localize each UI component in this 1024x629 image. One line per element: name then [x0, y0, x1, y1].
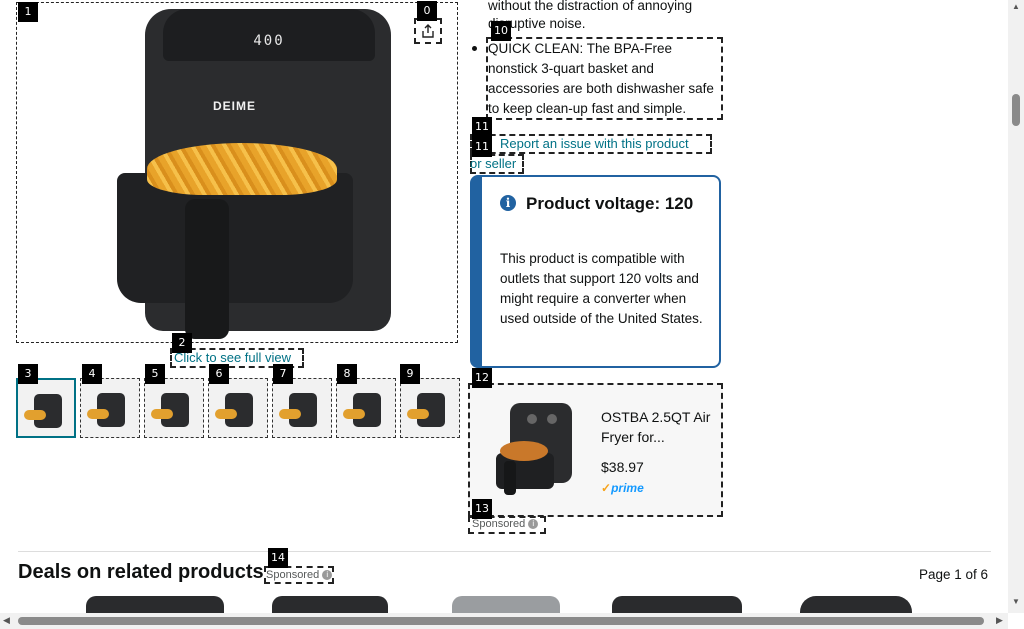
thumb-food: [215, 409, 237, 419]
marker-9: 9: [400, 364, 420, 384]
report-link-line-2[interactable]: or seller: [470, 154, 516, 174]
thumbnail-5[interactable]: [272, 378, 332, 438]
marker-3: 3: [18, 364, 38, 384]
basket-handle: [185, 199, 229, 339]
marker-1: 1: [18, 2, 38, 22]
thumbnail-7[interactable]: [400, 378, 460, 438]
thumb-food: [279, 409, 301, 419]
quick-clean-text: QUICK CLEAN: The BPA-Free nonstick 3-qua…: [488, 41, 714, 116]
marker-11a: 11: [472, 117, 492, 137]
marker-14: 14: [268, 548, 288, 568]
prime-check-icon: ✓: [601, 481, 612, 495]
thumbnail-4[interactable]: [208, 378, 268, 438]
voltage-description: This product is compatible with outlets …: [500, 251, 703, 326]
prime-badge: ✓prime: [601, 481, 644, 495]
scroll-left-icon[interactable]: ◀: [3, 615, 10, 626]
section-divider: [18, 551, 991, 552]
marker-0: 0: [417, 1, 437, 21]
marker-11b: 11: [472, 137, 492, 157]
horizontal-scrollbar[interactable]: ◀ ▶: [0, 613, 1008, 629]
marker-5: 5: [145, 364, 165, 384]
thumbnail-2[interactable]: [80, 378, 140, 438]
report-issue-link[interactable]: Report an issue with this product or sel…: [470, 134, 712, 174]
report-link-line-1[interactable]: Report an issue with this product: [500, 134, 689, 154]
scroll-up-icon[interactable]: ▲: [1012, 2, 1020, 11]
share-button[interactable]: [414, 18, 442, 44]
marker-10: 10: [491, 21, 511, 41]
scroll-right-icon[interactable]: ▶: [996, 615, 1003, 626]
thumbnail-6[interactable]: [336, 378, 396, 438]
bullet-dot: [472, 46, 477, 51]
thumb-food: [151, 409, 173, 419]
page-indicator: Page 1 of 6: [919, 567, 989, 582]
marker-2: 2: [172, 333, 192, 353]
deals-sponsored-text: Sponsored: [266, 569, 320, 581]
voltage-title: Product voltage: 120: [526, 194, 694, 213]
air-fryer-display: 400: [253, 33, 285, 49]
air-fryer-brand-logo: DEIME: [213, 99, 257, 113]
quick-clean-bullet: QUICK CLEAN: The BPA-Free nonstick 3-qua…: [486, 37, 723, 120]
fries-picture: [147, 143, 337, 195]
thumb-food: [87, 409, 109, 419]
marker-8: 8: [337, 364, 357, 384]
main-product-image[interactable]: 400 DEIME: [16, 2, 458, 343]
marker-7: 7: [273, 364, 293, 384]
ad-air-fryer-image: [496, 403, 572, 495]
info-icon: i: [500, 195, 516, 211]
thumbnail-3[interactable]: [144, 378, 204, 438]
vertical-scrollbar[interactable]: ▲ ▼: [1008, 0, 1024, 613]
sponsored-product-ad[interactable]: OSTBA 2.5QT Air Fryer for... $38.97 ✓pri…: [468, 383, 723, 517]
thumb-food: [407, 409, 429, 419]
thumbnail-1[interactable]: [16, 378, 76, 438]
info-icon: i: [322, 570, 333, 581]
marker-6: 6: [209, 364, 229, 384]
vertical-scroll-thumb[interactable]: [1012, 94, 1020, 126]
marker-13: 13: [472, 499, 492, 519]
info-icon: i: [528, 519, 539, 530]
horizontal-scroll-thumb[interactable]: [18, 617, 984, 625]
marker-4: 4: [82, 364, 102, 384]
share-icon: [422, 24, 434, 38]
product-voltage-card: i Product voltage: 120 This product is c…: [470, 175, 721, 368]
deals-section-title: Deals on related products: [18, 561, 264, 583]
ad-sponsored-text: Sponsored: [472, 518, 526, 530]
thumb-food: [24, 410, 46, 420]
thumb-food: [343, 409, 365, 419]
scroll-down-icon[interactable]: ▼: [1012, 597, 1020, 606]
marker-12: 12: [472, 368, 492, 388]
ad-price: $38.97: [601, 459, 644, 475]
prime-label: prime: [611, 481, 644, 495]
ad-sponsored-label[interactable]: Sponsored i: [472, 518, 539, 530]
deals-sponsored-label[interactable]: Sponsored i: [266, 569, 333, 581]
ad-title[interactable]: OSTBA 2.5QT Air Fryer for...: [601, 407, 711, 447]
